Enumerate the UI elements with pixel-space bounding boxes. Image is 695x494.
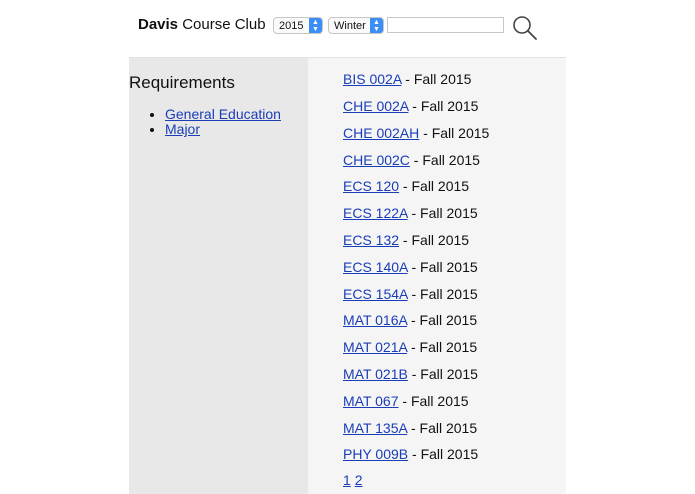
course-link[interactable]: ECS 122A [343, 205, 408, 221]
course-term: - Fall 2015 [408, 98, 479, 114]
course-link[interactable]: MAT 067 [343, 393, 399, 409]
term-select-value: Winter [334, 20, 366, 32]
course-link[interactable]: MAT 016A [343, 312, 407, 328]
course-term: - Fall 2015 [407, 205, 478, 221]
term-select[interactable]: Winter ▲ ▼ [328, 17, 384, 34]
course-link[interactable]: CHE 002C [343, 152, 410, 168]
year-select[interactable]: 2015 ▲ ▼ [273, 17, 323, 34]
term-select-chevron-icon: ▲ ▼ [370, 18, 383, 33]
sidebar: Requirements General Education Major [129, 58, 308, 494]
list-item: MAT 021A - Fall 2015 [343, 339, 477, 355]
course-term: - Fall 2015 [407, 286, 478, 302]
course-link[interactable]: CHE 002A [343, 98, 408, 114]
course-link[interactable]: MAT 021B [343, 366, 408, 382]
course-list: BIS 002A - Fall 2015 CHE 002A - Fall 201… [308, 58, 566, 494]
course-link[interactable]: ECS 120 [343, 178, 399, 194]
list-item: ECS 122A - Fall 2015 [343, 205, 478, 221]
list-item: Major [165, 122, 281, 137]
list-item: General Education [165, 107, 281, 122]
course-term: - Fall 2015 [401, 71, 472, 87]
course-term: - Fall 2015 [399, 232, 470, 248]
course-term: - Fall 2015 [419, 125, 490, 141]
course-link[interactable]: PHY 009B [343, 446, 408, 462]
search-input[interactable] [387, 17, 504, 33]
course-term: - Fall 2015 [407, 259, 478, 275]
general-education-link[interactable]: General Education [165, 106, 281, 122]
list-item: CHE 002A - Fall 2015 [343, 98, 478, 114]
list-item: ECS 140A - Fall 2015 [343, 259, 478, 275]
list-item: MAT 021B - Fall 2015 [343, 366, 478, 382]
pagination: 1 2 [343, 472, 362, 488]
site-title: Davis Course Club [138, 16, 266, 33]
page-link-2[interactable]: 2 [355, 472, 363, 488]
course-term: - Fall 2015 [407, 312, 478, 328]
list-item: CHE 002AH - Fall 2015 [343, 125, 489, 141]
course-term: - Fall 2015 [399, 178, 470, 194]
list-item: ECS 132 - Fall 2015 [343, 232, 469, 248]
course-link[interactable]: ECS 154A [343, 286, 408, 302]
course-link[interactable]: CHE 002AH [343, 125, 419, 141]
search-icon[interactable] [512, 15, 538, 41]
list-item: MAT 135A - Fall 2015 [343, 420, 477, 436]
course-term: - Fall 2015 [407, 366, 478, 382]
course-term: - Fall 2015 [409, 152, 480, 168]
list-item: MAT 016A - Fall 2015 [343, 312, 477, 328]
course-link[interactable]: ECS 132 [343, 232, 399, 248]
requirements-heading: Requirements [129, 73, 235, 92]
list-item: ECS 154A - Fall 2015 [343, 286, 478, 302]
list-item: MAT 067 - Fall 2015 [343, 393, 469, 409]
course-term: - Fall 2015 [408, 446, 479, 462]
course-link[interactable]: MAT 135A [343, 420, 407, 436]
site-title-bold: Davis [138, 16, 179, 33]
list-item: ECS 120 - Fall 2015 [343, 178, 469, 194]
year-select-value: 2015 [279, 20, 304, 32]
course-link[interactable]: ECS 140A [343, 259, 408, 275]
list-item: CHE 002C - Fall 2015 [343, 152, 480, 168]
site-title-rest: Course Club [178, 16, 266, 33]
requirements-list: General Education Major [129, 107, 281, 137]
course-link[interactable]: BIS 002A [343, 71, 401, 87]
year-select-chevron-icon: ▲ ▼ [309, 18, 322, 33]
course-term: - Fall 2015 [407, 339, 478, 355]
list-item: BIS 002A - Fall 2015 [343, 71, 471, 87]
course-link[interactable]: MAT 021A [343, 339, 407, 355]
course-term: - Fall 2015 [398, 393, 469, 409]
list-item: PHY 009B - Fall 2015 [343, 446, 478, 462]
major-link[interactable]: Major [165, 121, 200, 137]
course-term: - Fall 2015 [407, 420, 478, 436]
page-link-1[interactable]: 1 [343, 472, 351, 488]
